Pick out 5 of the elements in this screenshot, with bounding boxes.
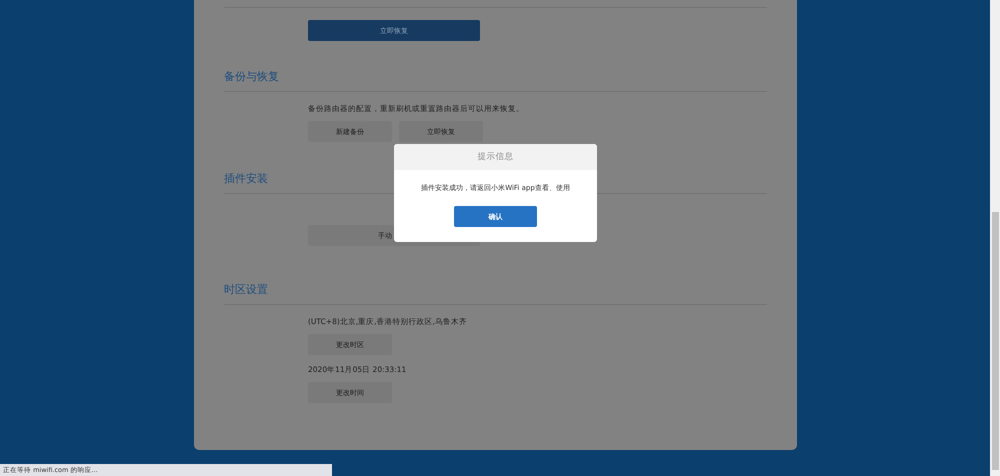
dialog-title: 提示信息 bbox=[394, 144, 597, 170]
section-title: 插件安装 bbox=[224, 171, 268, 187]
section-title: 备份与恢复 bbox=[224, 69, 279, 85]
scrollbar[interactable] bbox=[990, 0, 1000, 476]
section-title: 时区设置 bbox=[224, 282, 268, 298]
